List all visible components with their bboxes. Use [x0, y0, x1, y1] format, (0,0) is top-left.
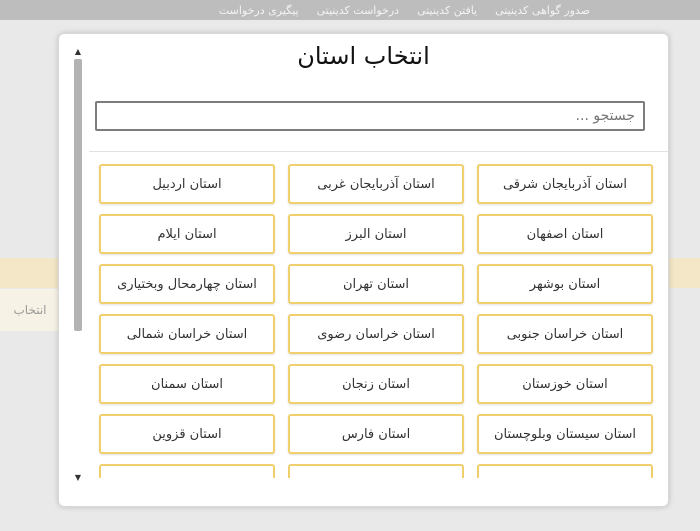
province-button[interactable]: استان فارس [288, 414, 464, 454]
province-button[interactable]: استان اصفهان [477, 214, 653, 254]
scroll-thumb[interactable] [74, 59, 82, 331]
nav-item[interactable]: صدور گواهی کدینیتی [495, 4, 590, 17]
province-button[interactable]: استان زنجان [288, 364, 464, 404]
province-button-partial[interactable] [288, 464, 464, 478]
province-button[interactable]: استان خوزستان [477, 364, 653, 404]
province-button[interactable]: استان اردبیل [99, 164, 275, 204]
province-button-partial[interactable] [477, 464, 653, 478]
province-search-input[interactable] [95, 101, 645, 131]
modal-scrollbar[interactable]: ▲ ▼ [72, 45, 84, 485]
province-button[interactable]: استان البرز [288, 214, 464, 254]
nav-item[interactable]: پیگیری درخواست [219, 4, 299, 17]
divider [89, 151, 668, 152]
nav-item[interactable]: یافتن کدینیتی [417, 4, 477, 17]
province-button[interactable]: استان سمنان [99, 364, 275, 404]
scroll-up-arrow-icon[interactable]: ▲ [72, 45, 84, 57]
province-button[interactable]: استان بوشهر [477, 264, 653, 304]
province-button[interactable]: استان قزوین [99, 414, 275, 454]
top-navigation: صدور گواهی کدینیتی یافتن کدینیتی درخواست… [0, 0, 700, 20]
province-button[interactable]: استان ایلام [99, 214, 275, 254]
background-select-button: انتخاب [0, 289, 60, 331]
province-button-partial[interactable] [99, 464, 275, 478]
province-button[interactable]: استان چهارمحال وبختیاری [99, 264, 275, 304]
province-button[interactable]: استان تهران [288, 264, 464, 304]
province-button[interactable]: استان خراسان رضوی [288, 314, 464, 354]
province-button[interactable]: استان خراسان جنوبی [477, 314, 653, 354]
province-button[interactable]: استان سیستان وبلوچستان [477, 414, 653, 454]
scroll-down-arrow-icon[interactable]: ▼ [72, 471, 84, 483]
nav-item[interactable]: درخواست کدینیتی [317, 4, 399, 17]
province-picker-modal: انتخاب استان ▲ ▼ استان آذربایجان شرقی اس… [58, 33, 669, 507]
province-button[interactable]: استان آذربایجان شرقی [477, 164, 653, 204]
background-select-label: انتخاب [13, 303, 47, 317]
province-button[interactable]: استان خراسان شمالی [99, 314, 275, 354]
modal-title: انتخاب استان [297, 42, 430, 70]
province-list: استان آذربایجان شرقی استان آذربایجان غرب… [98, 164, 653, 478]
province-button[interactable]: استان آذربایجان غربی [288, 164, 464, 204]
